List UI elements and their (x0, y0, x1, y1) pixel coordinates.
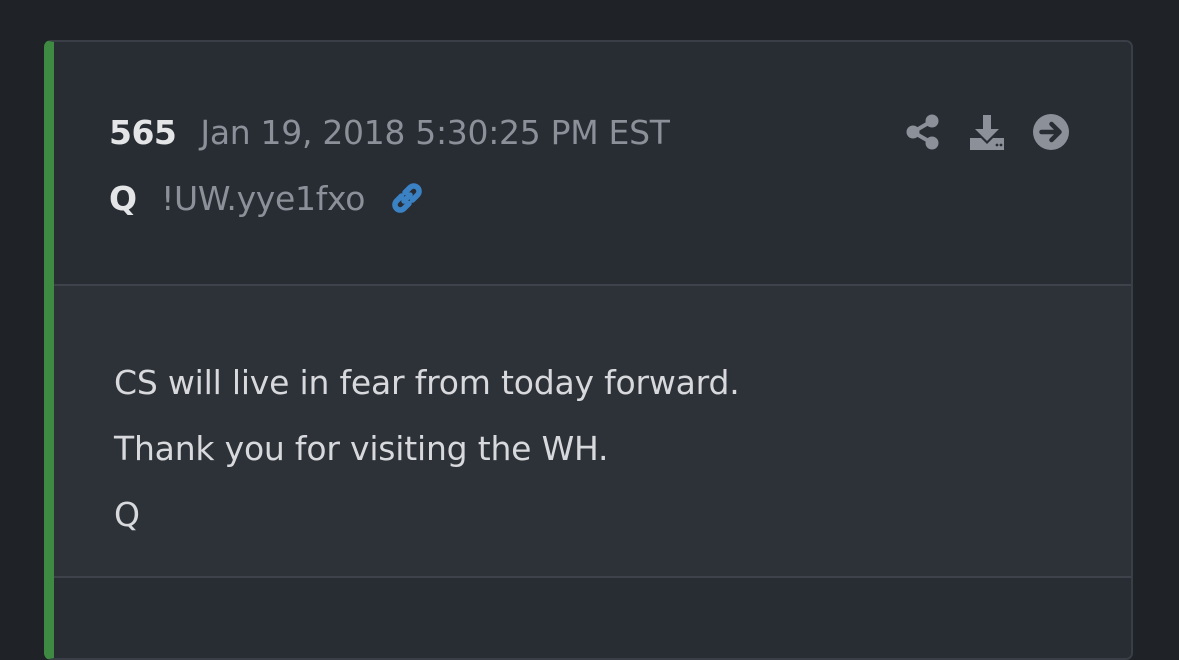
author-name: Q (109, 178, 138, 218)
post-message: CS will live in fear from today forward.… (114, 350, 740, 548)
message-line: CS will live in fear from today forward. (114, 363, 740, 402)
post-card: 565 Jan 19, 2018 5:30:25 PM EST Q !UW.yy… (44, 40, 1133, 660)
post-author-row: Q !UW.yye1fxo (109, 174, 427, 222)
post-number: 565 (109, 112, 177, 152)
share-icon[interactable] (903, 112, 943, 152)
message-line: Q (114, 495, 140, 534)
post-timestamp: Jan 19, 2018 5:30:25 PM EST (200, 112, 670, 152)
post-actions (903, 112, 1071, 152)
post-header: 565 Jan 19, 2018 5:30:25 PM EST Q !UW.yy… (54, 42, 1131, 284)
post-meta: 565 Jan 19, 2018 5:30:25 PM EST (109, 108, 670, 156)
post-body: CS will live in fear from today forward.… (54, 286, 1131, 576)
arrow-circle-right-icon[interactable] (1031, 112, 1071, 152)
author-tripcode: !UW.yye1fxo (161, 178, 366, 218)
post-footer (54, 578, 1131, 658)
message-line: Thank you for visiting the WH. (114, 429, 609, 468)
link-icon[interactable] (387, 178, 427, 218)
download-icon[interactable] (967, 112, 1007, 152)
